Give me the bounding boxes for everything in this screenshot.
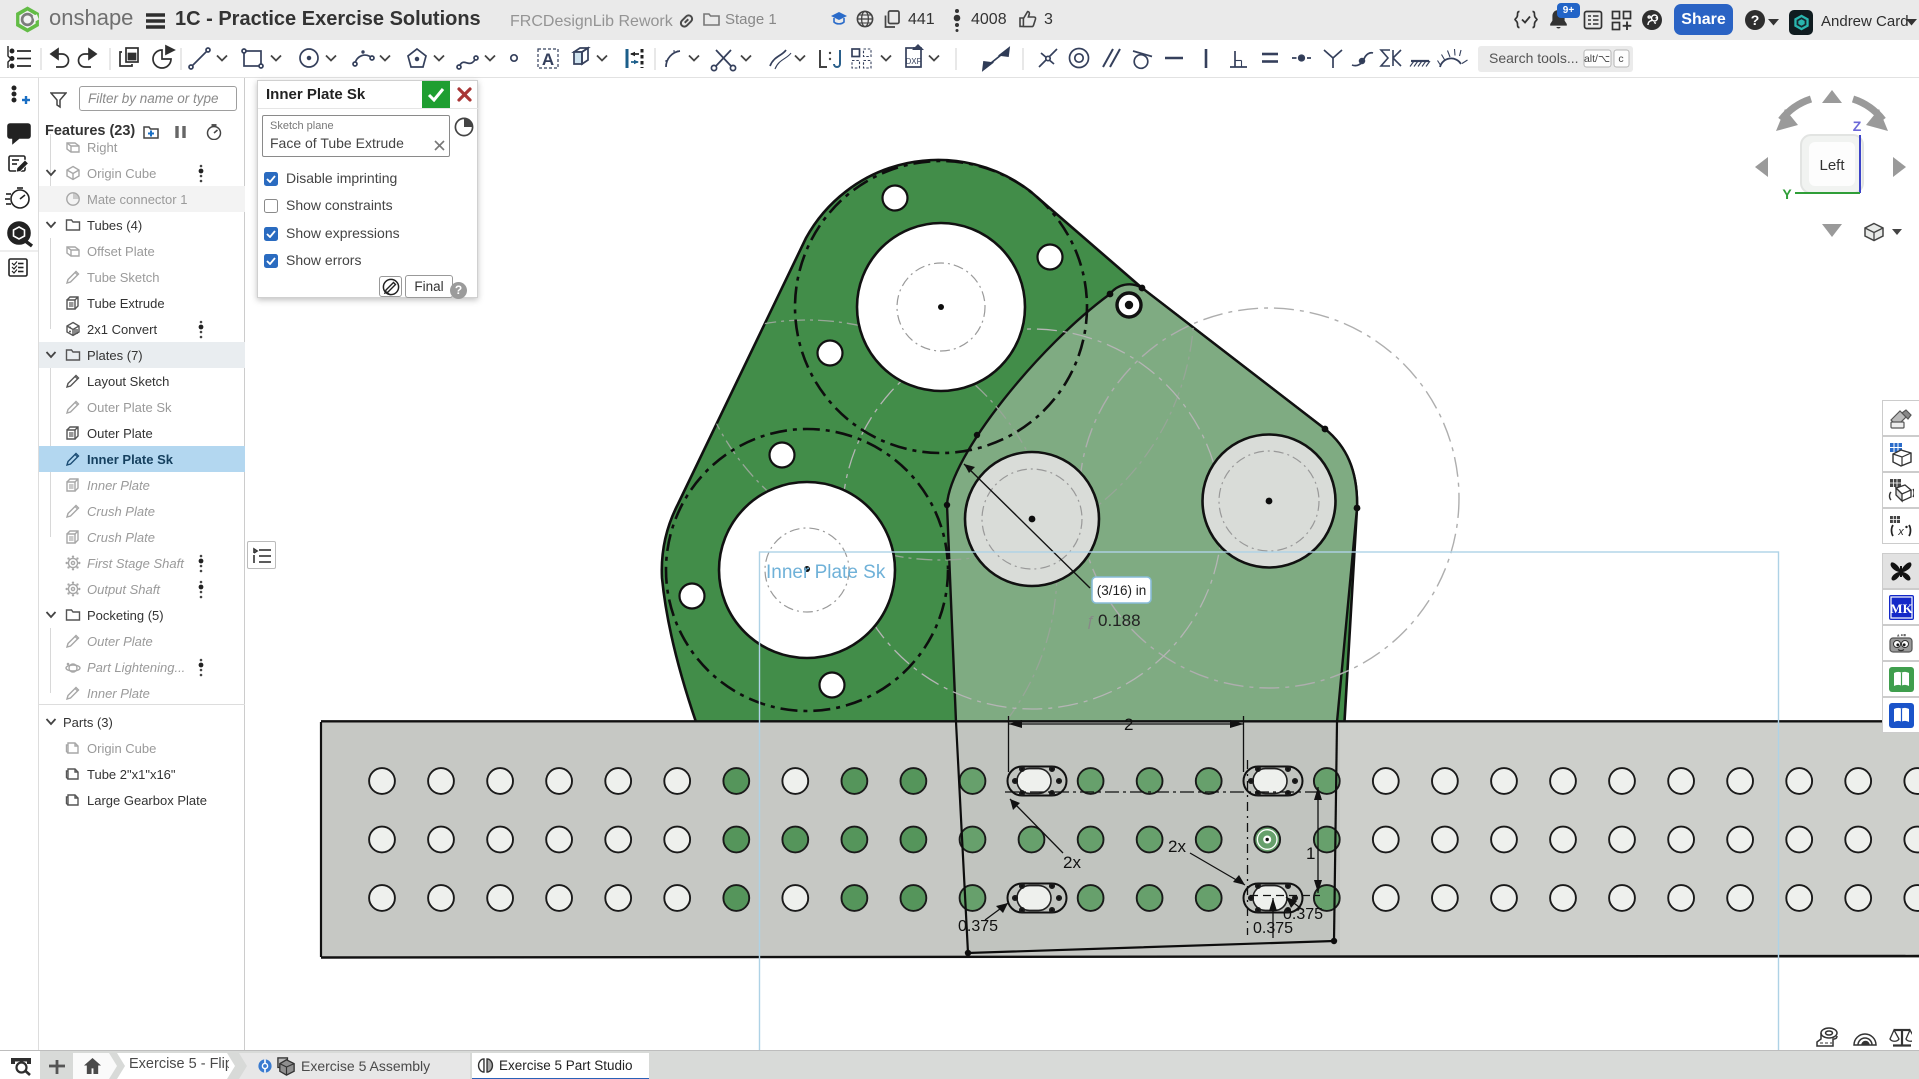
svg-text:0.375: 0.375 [1283,906,1323,923]
svg-text:?: ? [1751,12,1760,28]
svg-text:c: c [1618,53,1623,65]
svg-text:Z: Z [1853,118,1862,134]
svg-text:2: 2 [1124,715,1133,734]
svg-text:DXF: DXF [906,57,922,66]
svg-text:1: 1 [1306,844,1315,863]
svg-text:x: x [1897,526,1904,538]
svg-text:MK: MK [1890,601,1913,616]
svg-text:0.375: 0.375 [958,918,998,935]
svg-text:Search tools...: Search tools... [1489,50,1579,66]
svg-text:2x: 2x [1063,853,1081,872]
svg-text:▲●■: ▲●■ [1896,633,1906,638]
svg-text:Left: Left [1819,157,1845,174]
svg-text:0.188: 0.188 [1098,611,1141,630]
svg-text:Y: Y [1782,186,1792,202]
svg-text:(3/16) in: (3/16) in [1097,583,1147,598]
svg-text:A: A [542,50,554,69]
svg-text:alt/⌥: alt/⌥ [1584,53,1610,65]
svg-text:ƒ: ƒ [1086,613,1094,630]
svg-text:2x: 2x [1168,837,1186,856]
svg-text:Inner Plate Sk: Inner Plate Sk [766,562,886,583]
